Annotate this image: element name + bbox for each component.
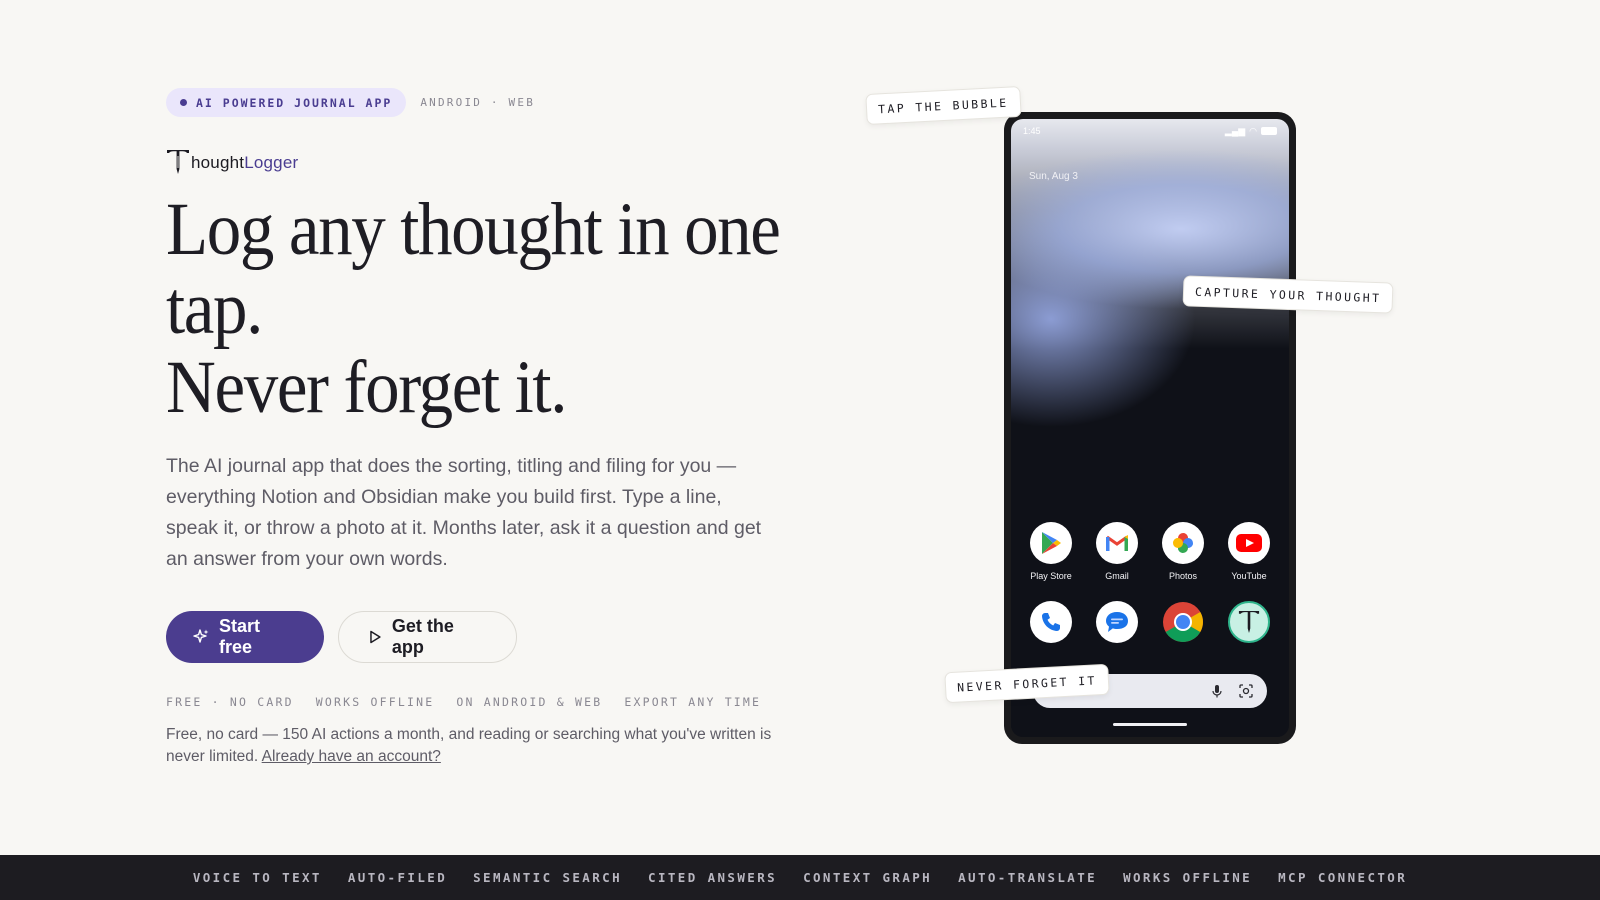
pricing-note-text: Free, no card — 150 AI actions a month, … — [166, 726, 772, 765]
status-bar: 1:45 ▂▄▆ ◠ — [1023, 123, 1277, 139]
cta-group: Start free Get the app — [166, 611, 806, 663]
feature-list: FREE · NO CARD WORKS OFFLINE ON ANDROID … — [166, 695, 806, 709]
messages-icon — [1096, 601, 1138, 643]
app-thoughtlogger[interactable] — [1216, 601, 1282, 660]
status-icons: ▂▄▆ ◠ — [1225, 126, 1277, 137]
phone-screen: 1:45 ▂▄▆ ◠ Sun, Aug 3 Play Store Gmail P… — [1011, 119, 1289, 737]
app-play-store[interactable]: Play Store — [1018, 522, 1084, 581]
lens-icon[interactable] — [1239, 684, 1253, 698]
brand-wordmark: houghtLogger — [191, 153, 298, 173]
app-chrome[interactable] — [1150, 601, 1216, 660]
feature-item: FREE · NO CARD — [166, 695, 294, 709]
pill-dot-icon — [180, 99, 187, 106]
headline-line-3: Never forget it. — [166, 346, 567, 429]
headline-line-2: tap. — [166, 267, 263, 350]
hero-description: The AI journal app that does the sorting… — [166, 455, 762, 570]
tag-row: AI POWERED JOURNAL APP ANDROID · WEB — [166, 88, 806, 117]
category-pill: AI POWERED JOURNAL APP — [166, 88, 407, 117]
app-gmail[interactable]: Gmail — [1084, 522, 1150, 581]
hero-section: AI POWERED JOURNAL APP ANDROID · WEB hou… — [166, 88, 806, 768]
pill-label: AI POWERED JOURNAL APP — [196, 95, 393, 110]
get-the-app-label: Get the app — [391, 616, 454, 657]
headline-line-1: Log any thought in one — [166, 188, 781, 271]
start-free-button[interactable]: Start free — [166, 611, 324, 663]
wordmark-part-1: hought — [191, 153, 245, 172]
marquee-item: SEMANTIC SEARCH — [473, 870, 623, 885]
app-grid: Play Store Gmail Photos YouTube — [1011, 522, 1289, 660]
photos-icon — [1162, 522, 1204, 564]
feature-item: ON ANDROID & WEB — [456, 695, 603, 709]
callout-tap-bubble: TAP THE BUBBLE — [865, 85, 1022, 126]
thoughtlogger-logo-icon — [167, 150, 189, 174]
marquee-item: AUTO-TRANSLATE — [958, 870, 1098, 885]
marquee-item: VOICE TO TEXT — [192, 870, 322, 885]
wifi-icon: ◠ — [1249, 125, 1257, 136]
marquee-item: WORKS OFFLINE — [1123, 870, 1253, 885]
chrome-icon — [1162, 601, 1204, 643]
youtube-icon — [1228, 522, 1270, 564]
gesture-bar[interactable] — [1113, 723, 1187, 726]
app-label: Play Store — [1030, 571, 1072, 581]
marquee-item: AUTO-FILED — [347, 870, 448, 885]
phone-mockup: 1:45 ▂▄▆ ◠ Sun, Aug 3 Play Store Gmail P… — [1004, 112, 1296, 744]
start-free-label: Start free — [219, 616, 261, 657]
app-label: Photos — [1168, 571, 1198, 581]
get-the-app-button[interactable]: Get the app — [338, 611, 517, 663]
app-phone[interactable] — [1018, 601, 1084, 660]
brand-logo[interactable]: houghtLogger — [166, 148, 806, 176]
home-date: Sun, Aug 3 — [1029, 171, 1078, 182]
app-label: Gmail — [1105, 571, 1129, 581]
marquee-item: MCP CONNECTOR — [1278, 870, 1408, 885]
gmail-icon — [1096, 522, 1138, 564]
microphone-icon[interactable] — [1211, 684, 1223, 698]
pricing-note: Free, no card — 150 AI actions a month, … — [166, 724, 806, 768]
feature-marquee: VOICE TO TEXT AUTO-FILED SEMANTIC SEARCH… — [0, 855, 1600, 900]
sparkle-icon — [193, 629, 209, 643]
status-time: 1:45 — [1023, 126, 1041, 136]
page-headline: Log any thought in one tap. Never forget… — [166, 190, 810, 427]
marquee-item: CONTEXT GRAPH — [803, 870, 933, 885]
app-photos[interactable]: Photos — [1150, 522, 1216, 581]
wordmark-part-2: Logger — [244, 153, 299, 172]
feature-item: EXPORT ANY TIME — [624, 695, 762, 709]
sign-in-link[interactable]: Already have an account? — [262, 748, 441, 765]
battery-icon — [1261, 127, 1277, 135]
feature-item: WORKS OFFLINE — [315, 695, 435, 709]
app-label: YouTube — [1231, 571, 1267, 581]
thoughtlogger-icon — [1228, 601, 1270, 643]
marquee-item: CITED ANSWERS — [648, 870, 778, 885]
play-store-icon — [1030, 522, 1072, 564]
phone-icon — [1030, 601, 1072, 643]
platforms-label: ANDROID · WEB — [420, 96, 536, 109]
app-messages[interactable] — [1084, 601, 1150, 660]
play-icon — [370, 630, 381, 644]
signal-icon: ▂▄▆ — [1224, 125, 1246, 136]
app-youtube[interactable]: YouTube — [1216, 522, 1282, 581]
